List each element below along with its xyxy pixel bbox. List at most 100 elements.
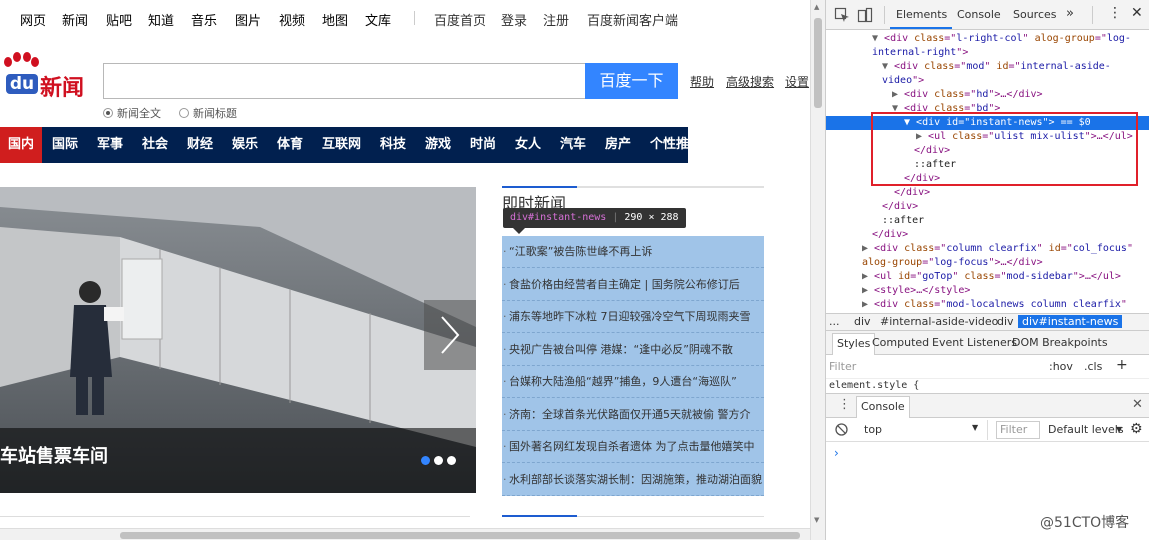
dom-node-line[interactable]: </div> (826, 186, 1149, 200)
dom-node-line[interactable]: </div> (826, 228, 1149, 242)
breadcrumb-item[interactable]: div#instant-news (1018, 315, 1123, 328)
slider-dot[interactable] (434, 456, 443, 465)
topnav-link[interactable]: 新闻 (62, 10, 88, 29)
breadcrumb-item[interactable]: div (854, 315, 871, 328)
vertical-scrollbar[interactable]: ▲ ▼ (810, 0, 825, 540)
dom-node-line[interactable]: ▶ <div class="column clearfix" id="col_f… (826, 242, 1149, 256)
topnav-link[interactable]: 图片 (235, 10, 261, 29)
scroll-down-icon[interactable]: ▼ (814, 516, 819, 524)
help-link[interactable]: 帮助 (690, 73, 714, 90)
news-item[interactable]: 台媒称大陆渔船“越界”捕鱼，9人遭台“海巡队” (502, 366, 764, 398)
levels-arrow-icon[interactable]: ▼ (1116, 425, 1122, 434)
topnav-right-link[interactable]: 百度首页 (434, 10, 486, 29)
clear-console-icon[interactable] (835, 423, 848, 436)
breadcrumb-item[interactable]: #internal-aside-video (880, 315, 998, 328)
close-icon[interactable]: ✕ (1131, 5, 1143, 21)
news-item[interactable]: 水利部部长谈落实湖长制：因湖施策，推动湖泊面貌 (502, 464, 764, 496)
news-item[interactable]: “江歌案”被告陈世峰不再上诉 (502, 236, 764, 268)
expand-triangle-icon[interactable]: ▼ (872, 33, 884, 44)
focus-slider[interactable]: 车站售票车间 (0, 187, 476, 493)
dom-node-line[interactable]: ▼ <div class="mod" id="internal-aside- (826, 60, 1149, 74)
channel-tab[interactable]: 军事 (97, 127, 123, 163)
channel-tab[interactable]: 互联网 (322, 127, 361, 163)
vertical-scroll-thumb[interactable] (814, 18, 822, 108)
tab-sources[interactable]: Sources (1013, 8, 1057, 21)
breadcrumb-item[interactable]: div (997, 315, 1014, 328)
search-button[interactable]: 百度一下 (585, 63, 678, 99)
styles-subtab[interactable]: Event Listeners (932, 336, 1017, 349)
expand-triangle-icon[interactable]: ▼ (882, 61, 894, 72)
scroll-up-icon[interactable]: ▲ (814, 3, 819, 11)
dom-node-line[interactable]: video"> (826, 74, 1149, 88)
topnav-link[interactable]: 音乐 (191, 10, 217, 29)
more-tabs-icon[interactable]: » (1066, 6, 1074, 21)
news-item[interactable]: 央视广告被台叫停 港媒：“逢中必反”阴魂不散 (502, 334, 764, 366)
dom-node-line[interactable]: ▶ <style>…</style> (826, 284, 1149, 298)
settings-link[interactable]: 设置 (785, 73, 809, 90)
channel-tab[interactable]: 个性推 (650, 127, 689, 163)
cls-toggle[interactable]: .cls (1084, 360, 1102, 373)
hov-toggle[interactable]: :hov (1049, 360, 1073, 373)
channel-tab[interactable]: 女人 (515, 127, 541, 163)
tab-elements[interactable]: Elements (896, 8, 947, 21)
inspect-element-icon[interactable] (834, 7, 850, 23)
news-item[interactable]: 浦东等地昨下冰粒 7日迎较强冷空气下周现雨夹雪 (502, 301, 764, 333)
topnav-right-link[interactable]: 登录 (501, 10, 527, 29)
slider-next-button[interactable] (424, 300, 476, 370)
console-drawer-tab[interactable]: Console (856, 396, 910, 418)
styles-subtab[interactable]: DOM Breakpoints (1012, 336, 1108, 349)
slider-dot[interactable] (421, 456, 430, 465)
news-item[interactable]: 食盐价格由经营者自主确定 | 国务院公布修订后 (502, 269, 764, 301)
news-item[interactable]: 济南：全球首条光伏路面仅开通5天就被偷 警方介 (502, 399, 764, 431)
styles-subtab[interactable]: Styles (832, 333, 876, 355)
gear-icon[interactable]: ⚙ (1130, 421, 1143, 437)
log-levels-select[interactable]: Default levels (1048, 423, 1124, 436)
device-toolbar-icon[interactable] (857, 7, 873, 23)
channel-tab[interactable]: 体育 (277, 127, 303, 163)
channel-tab[interactable]: 国际 (52, 127, 78, 163)
dom-node-line[interactable]: internal-right"> (826, 46, 1149, 60)
channel-tab[interactable]: 科技 (380, 127, 406, 163)
topnav-link[interactable]: 视频 (279, 10, 305, 29)
console-filter-input[interactable]: Filter (996, 421, 1040, 439)
kebab-menu-icon[interactable]: ⋮ (1108, 5, 1122, 21)
channel-tab[interactable]: 汽车 (560, 127, 586, 163)
dom-node-line[interactable]: </div> (826, 200, 1149, 214)
dom-node-line[interactable]: ::after (826, 214, 1149, 228)
channel-tab[interactable]: 社会 (142, 127, 168, 163)
dom-node-line[interactable]: ▶ <ul id="goTop" class="mod-sidebar">…</… (826, 270, 1149, 284)
dom-node-line[interactable]: ▶ <div class="mod-localnews column clear… (826, 298, 1149, 312)
horizontal-scrollbar[interactable] (0, 528, 810, 540)
topnav-link[interactable]: 地图 (322, 10, 348, 29)
add-rule-icon[interactable]: + (1116, 357, 1128, 373)
channel-tab[interactable]: 财经 (187, 127, 213, 163)
channel-tab[interactable]: 房产 (605, 127, 631, 163)
expand-triangle-icon[interactable]: ▶ (892, 89, 904, 100)
context-select[interactable]: top ▼ (856, 420, 988, 440)
tab-console[interactable]: Console (957, 8, 1001, 21)
close-drawer-icon[interactable]: ✕ (1132, 397, 1143, 412)
channel-tab[interactable]: 时尚 (470, 127, 496, 163)
breadcrumb-item[interactable]: ... (829, 315, 840, 328)
topnav-link[interactable]: 网页 (20, 10, 46, 29)
expand-triangle-icon[interactable]: ▶ (862, 243, 874, 254)
dom-node-line[interactable]: alog-group="log-focus">…</div> (826, 256, 1149, 270)
search-input[interactable] (103, 63, 585, 99)
expand-triangle-icon[interactable]: ▶ (862, 285, 874, 296)
dom-node-line[interactable]: ▶ <div class="hd">…</div> (826, 88, 1149, 102)
styles-subtab[interactable]: Computed (872, 336, 929, 349)
slider-caption[interactable]: 车站售票车间 (0, 442, 108, 468)
topnav-link[interactable]: 知道 (148, 10, 174, 29)
dom-node-line[interactable]: ▼ <div class="l-right-col" alog-group="l… (826, 32, 1149, 46)
console-prompt[interactable]: › (834, 446, 839, 460)
channel-tab[interactable]: 娱乐 (232, 127, 258, 163)
baidu-news-logo[interactable]: du 新闻 (0, 52, 90, 101)
styles-filter-input[interactable]: Filter (829, 360, 856, 373)
advanced-search-link[interactable]: 高级搜索 (726, 73, 774, 90)
expand-triangle-icon[interactable]: ▶ (862, 271, 874, 282)
channel-tab[interactable]: 游戏 (425, 127, 451, 163)
topnav-link[interactable]: 贴吧 (106, 10, 132, 29)
topnav-right-link[interactable]: 注册 (543, 10, 569, 29)
radio-title[interactable]: 新闻标题 (179, 105, 237, 121)
news-item[interactable]: 国外著名网红发现自杀者遗体 为了点击量他嬉笑中 (502, 431, 764, 463)
